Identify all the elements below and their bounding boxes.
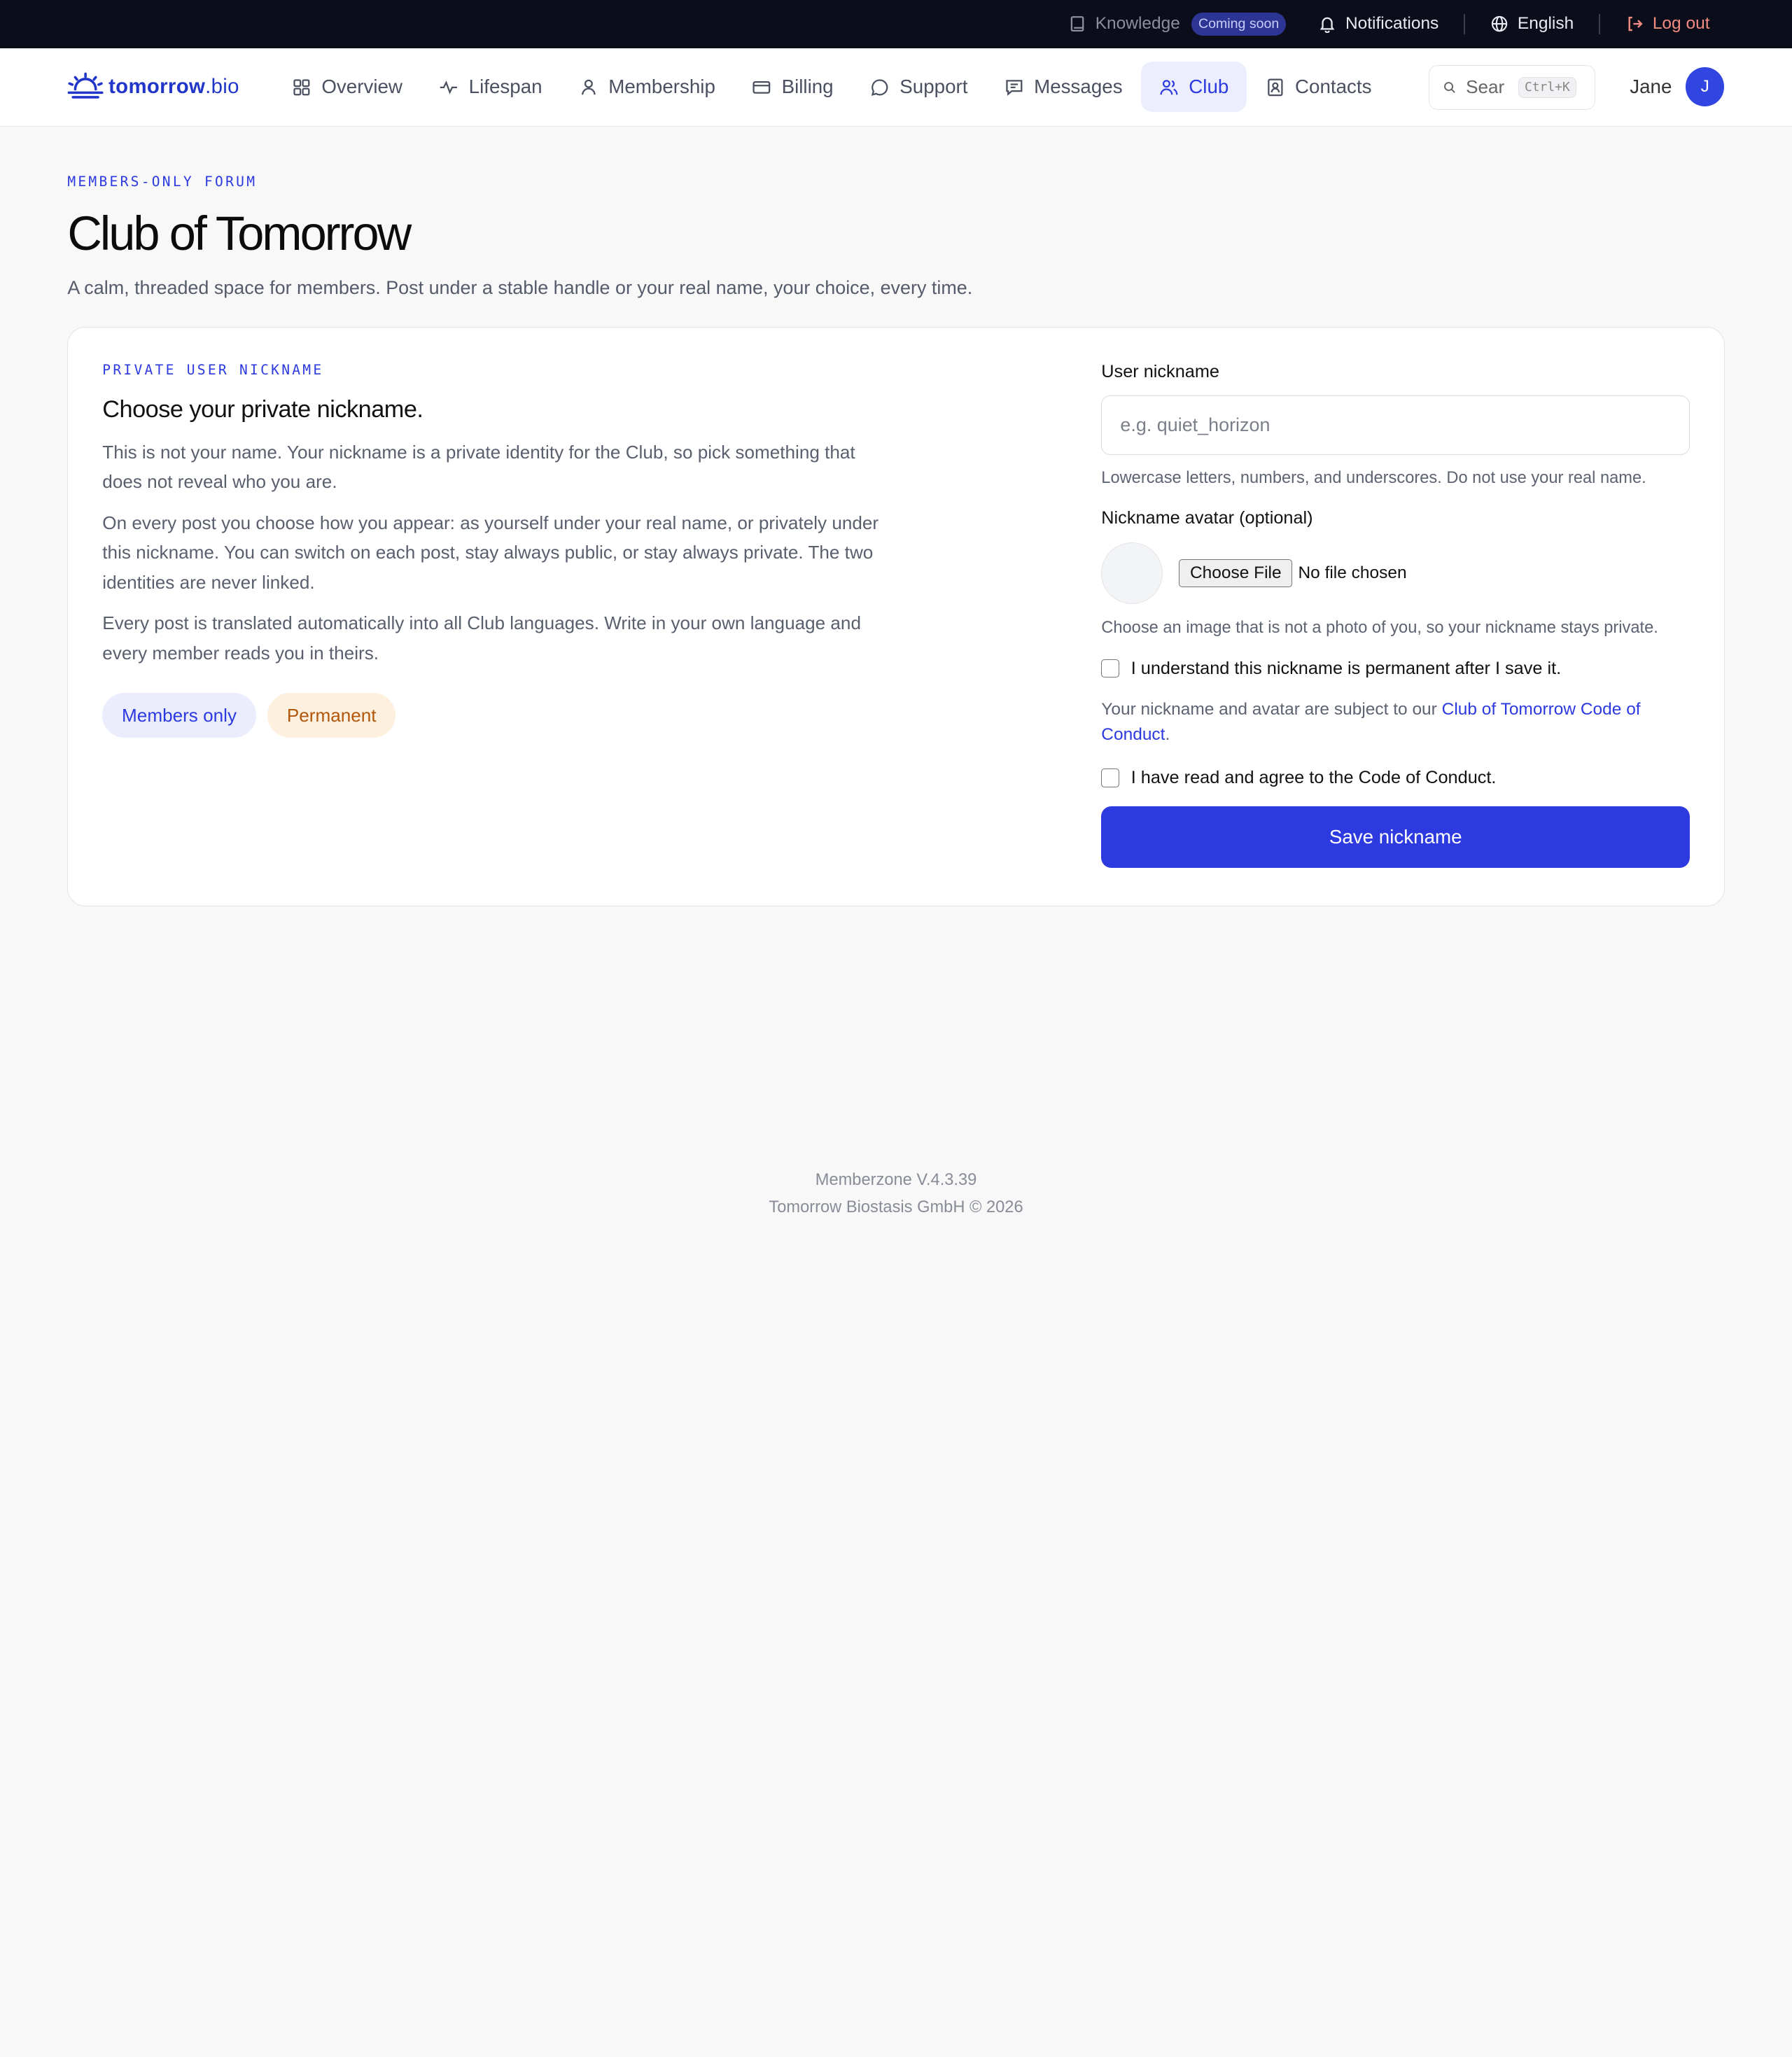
conduct-notice: Your nickname and avatar are subject to …	[1101, 697, 1690, 747]
nickname-card: PRIVATE USER NICKNAME Choose your privat…	[67, 326, 1725, 906]
globe-icon	[1490, 15, 1508, 33]
agree-checkbox-label: I have read and agree to the Code of Con…	[1130, 767, 1497, 787]
users-icon	[1159, 78, 1179, 97]
search-icon	[1443, 80, 1457, 94]
nav-label-overview: Overview	[321, 76, 402, 98]
knowledge-link[interactable]: Knowledge Coming soon	[1068, 12, 1287, 36]
nav-label-membership: Membership	[608, 76, 715, 98]
card-eyebrow: PRIVATE USER NICKNAME	[102, 361, 324, 378]
search-box[interactable]: Sear Ctrl+K	[1428, 65, 1596, 110]
intro-paragraph: This is not your name. Your nickname is …	[102, 441, 855, 493]
nav-items: Overview Lifespan Membership Billing Sup…	[274, 62, 1390, 113]
intro-paragraph: On every post you choose how you appear:…	[102, 512, 879, 593]
nav-label-lifespan: Lifespan	[468, 76, 542, 98]
nav-item-support[interactable]: Support	[852, 62, 986, 112]
pulse-icon	[439, 78, 458, 97]
page-title: Club of Tomorrow	[67, 206, 412, 260]
page-subtitle: A calm, threaded space for members. Post…	[67, 276, 973, 298]
grid-icon	[292, 78, 312, 97]
nav-label-billing: Billing	[781, 76, 834, 98]
file-input[interactable]: Choose File No file chosen	[1179, 559, 1407, 587]
conduct-prefix: Your nickname and avatar are subject to …	[1101, 699, 1442, 719]
logo-suffix: .bio	[205, 75, 239, 99]
nickname-label: User nickname	[1101, 361, 1219, 381]
search-placeholder: Sear	[1466, 76, 1505, 98]
book-icon	[1068, 15, 1086, 33]
notifications-label: Notifications	[1345, 14, 1439, 34]
intro-paragraph: Every post is translated automatically i…	[102, 612, 861, 664]
main-nav: tomorrow.bio Overview Lifespan Membershi…	[0, 48, 1792, 127]
avatar-preview	[1101, 542, 1163, 605]
page: Knowledge Coming soon Notifications Engl…	[0, 0, 1792, 1261]
footer-copyright: Tomorrow Biostasis GmbH © 2026	[769, 1198, 1023, 1217]
page-eyebrow: MEMBERS-ONLY FORUM	[67, 174, 258, 190]
permanent-pill: Permanent	[267, 693, 396, 738]
avatar-help: Choose an image that is not a photo of y…	[1101, 619, 1658, 638]
nav-label-club: Club	[1189, 76, 1229, 98]
coming-soon-badge: Coming soon	[1191, 12, 1287, 36]
agree-checkbox-row[interactable]: I have read and agree to the Code of Con…	[1101, 768, 1690, 788]
save-nickname-button[interactable]: Save nickname	[1101, 806, 1690, 869]
card-heading: Choose your private nickname.	[102, 396, 424, 423]
nav-item-messages[interactable]: Messages	[986, 62, 1141, 112]
avatar-label: Nickname avatar (optional)	[1101, 508, 1313, 528]
permanent-checkbox-label: I understand this nickname is permanent …	[1130, 658, 1562, 678]
nav-item-contacts[interactable]: Contacts	[1247, 62, 1390, 112]
nav-label-support: Support	[899, 76, 968, 98]
permanent-checkbox-row[interactable]: I understand this nickname is permanent …	[1101, 659, 1690, 679]
search-shortcut: Ctrl+K	[1518, 77, 1576, 98]
message-icon	[1004, 78, 1024, 97]
nav-item-club[interactable]: Club	[1140, 62, 1247, 113]
logo-text: tomorrow.bio	[108, 75, 239, 99]
logout-label: Log out	[1652, 14, 1710, 34]
nickname-intro: PRIVATE USER NICKNAME Choose your privat…	[102, 362, 891, 738]
nickname-input[interactable]	[1101, 395, 1690, 456]
knowledge-label: Knowledge	[1095, 14, 1180, 34]
contact-card-icon	[1266, 78, 1285, 97]
divider	[1464, 13, 1465, 34]
divider	[1599, 13, 1600, 34]
footer: Memberzone V.4.3.39 Tomorrow Biostasis G…	[0, 1167, 1792, 1221]
chat-bubble-icon	[870, 78, 890, 97]
permanent-checkbox[interactable]	[1101, 659, 1120, 678]
nav-label-contacts: Contacts	[1295, 76, 1372, 98]
language-selector[interactable]: English	[1490, 14, 1574, 34]
sun-logo-icon	[67, 72, 104, 101]
file-status: No file chosen	[1298, 563, 1407, 582]
user-menu[interactable]: Jane J	[1630, 67, 1725, 106]
page-header: MEMBERS-ONLY FORUM Club of Tomorrow A ca…	[67, 174, 972, 299]
footer-version: Memberzone V.4.3.39	[815, 1170, 977, 1189]
nav-item-membership[interactable]: Membership	[561, 62, 734, 112]
card-icon	[752, 78, 771, 97]
avatar: J	[1685, 67, 1725, 106]
bell-icon	[1318, 15, 1336, 34]
avatar-upload-row: Choose File No file chosen	[1101, 542, 1690, 605]
logout-icon	[1625, 15, 1644, 33]
person-icon	[579, 78, 598, 97]
nav-item-billing[interactable]: Billing	[734, 62, 852, 112]
choose-file-button[interactable]: Choose File	[1179, 559, 1293, 587]
nav-item-overview[interactable]: Overview	[274, 62, 421, 112]
pill-group: Members only Permanent	[102, 693, 891, 738]
nav-item-lifespan[interactable]: Lifespan	[421, 62, 561, 112]
nickname-help: Lowercase letters, numbers, and undersco…	[1101, 468, 1646, 487]
user-name: Jane	[1630, 76, 1672, 98]
language-label: English	[1517, 14, 1574, 34]
logout-link[interactable]: Log out	[1625, 14, 1710, 34]
notifications-link[interactable]: Notifications	[1318, 14, 1439, 34]
members-only-pill: Members only	[102, 693, 256, 738]
conduct-suffix: .	[1165, 724, 1170, 744]
logo-main: tomorrow	[108, 75, 206, 99]
agree-checkbox[interactable]	[1101, 768, 1120, 787]
nickname-form: User nickname Lowercase letters, numbers…	[1101, 361, 1690, 869]
nav-label-messages: Messages	[1034, 76, 1123, 98]
top-bar: Knowledge Coming soon Notifications Engl…	[0, 0, 1792, 48]
logo[interactable]: tomorrow.bio	[67, 72, 239, 101]
